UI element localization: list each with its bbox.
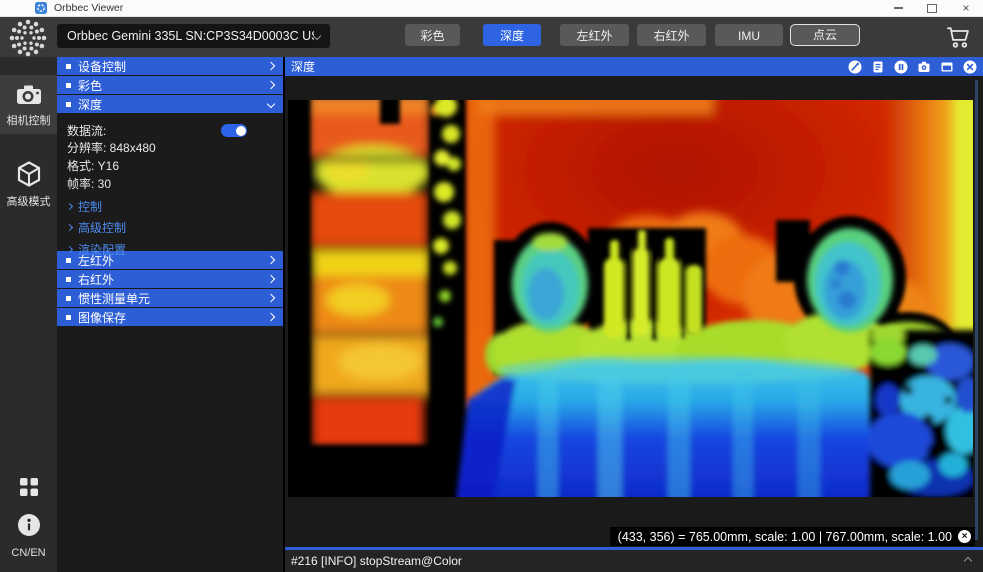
chevron-right-icon xyxy=(66,245,73,252)
sidebar-item-camera-control[interactable]: 相机控制 xyxy=(0,75,57,134)
minimize-button[interactable] xyxy=(881,0,915,16)
chevron-right-icon xyxy=(267,313,275,321)
pause-icon[interactable] xyxy=(894,60,908,74)
cube-icon xyxy=(15,160,43,188)
depth-colormap-svg xyxy=(288,100,973,497)
chevron-down-icon xyxy=(267,100,275,108)
chevron-right-icon xyxy=(267,294,275,302)
link-label: 高级控制 xyxy=(78,219,126,236)
link-label: 控制 xyxy=(78,198,102,215)
camera-icon xyxy=(15,83,43,107)
window-title: Orbbec Viewer xyxy=(54,2,123,14)
panel-section-image-save[interactable]: 图像保存 xyxy=(57,308,283,326)
panel-section-color[interactable]: 彩色 xyxy=(57,76,283,94)
top-toolbar: Orbbec Gemini 335L SN:CP3S34D0003C USB3.… xyxy=(0,17,983,57)
app-icon xyxy=(35,2,47,14)
pixel-status-bar: (433, 356) = 765.00mm, scale: 1.00 | 767… xyxy=(610,527,975,546)
bullet-icon xyxy=(66,315,71,320)
viewer-scrollbar[interactable] xyxy=(975,80,978,540)
sidebar-about-button[interactable] xyxy=(0,512,57,543)
stream-button-right-ir[interactable]: 右红外 xyxy=(637,24,706,46)
chevron-right-icon xyxy=(66,224,73,231)
bullet-icon xyxy=(66,296,71,301)
device-name: Orbbec Gemini 335L SN:CP3S34D0003C USB3.… xyxy=(67,29,314,43)
chevron-right-icon xyxy=(267,275,275,283)
stream-button-color[interactable]: 彩色 xyxy=(405,24,460,46)
section-label: 设备控制 xyxy=(78,58,268,75)
format-value: 格式: Y16 xyxy=(67,159,283,174)
sidebar-item-advanced-mode[interactable]: 高级模式 xyxy=(0,152,57,215)
close-stream-icon[interactable] xyxy=(963,60,977,74)
maximize-button[interactable] xyxy=(915,0,949,16)
bullet-icon xyxy=(66,83,71,88)
panel-section-right-ir[interactable]: 右红外 xyxy=(57,270,283,288)
minimize-icon xyxy=(894,7,903,9)
depth-settings: 数据流: 分辨率: 848x480 格式: Y16 帧率: 30 控制 高级控制… xyxy=(57,114,283,251)
resolution-value: 分辨率: 848x480 xyxy=(67,141,283,156)
title-bar: Orbbec Viewer × xyxy=(0,0,983,17)
device-selector[interactable]: Orbbec Gemini 335L SN:CP3S34D0003C USB3.… xyxy=(57,24,330,48)
screenshot-icon[interactable] xyxy=(917,60,931,74)
section-label: 右红外 xyxy=(78,271,268,288)
cart-icon[interactable] xyxy=(945,23,973,51)
chevron-up-icon[interactable] xyxy=(964,557,972,565)
log-icon[interactable] xyxy=(871,60,885,74)
edit-icon[interactable] xyxy=(848,60,862,74)
bullet-icon xyxy=(66,277,71,282)
stream-button-pointcloud[interactable]: 点云 xyxy=(790,24,860,46)
panel-section-imu[interactable]: 惯性测量单元 xyxy=(57,289,283,307)
viewer-title: 深度 xyxy=(291,58,848,75)
sidebar-item-label: 高级模式 xyxy=(0,193,57,209)
sidebar-item-label: 相机控制 xyxy=(0,112,57,128)
orbbec-logo-icon xyxy=(7,17,49,59)
viewer-header: 深度 xyxy=(285,57,983,76)
chevron-right-icon xyxy=(267,256,275,264)
grid-icon xyxy=(17,475,41,499)
stream-button-imu[interactable]: IMU xyxy=(715,24,783,46)
status-close-icon[interactable]: × xyxy=(958,530,971,543)
link-label: 渲染配置 xyxy=(78,241,126,258)
section-label: 图像保存 xyxy=(78,309,268,326)
section-label: 深度 xyxy=(78,96,268,113)
info-icon xyxy=(16,512,42,538)
bullet-icon xyxy=(66,64,71,69)
control-panel: 设备控制 彩色 深度 数据流: 分辨率: 848x480 格式: Y16 帧率:… xyxy=(57,57,283,572)
link-render-config[interactable]: 渲染配置 xyxy=(67,242,283,256)
stream-button-left-ir[interactable]: 左红外 xyxy=(560,24,629,46)
sidebar-apps-button[interactable] xyxy=(0,475,57,504)
bullet-icon xyxy=(66,102,71,107)
link-advanced-control[interactable]: 高级控制 xyxy=(67,221,283,235)
maximize-icon xyxy=(927,4,937,13)
log-bar: #216 [INFO] stopStream@Color xyxy=(285,550,983,572)
chevron-down-icon xyxy=(313,32,321,40)
stream-button-depth[interactable]: 深度 xyxy=(483,24,541,46)
language-toggle[interactable]: CN/EN xyxy=(0,547,57,559)
panel-section-depth[interactable]: 深度 xyxy=(57,95,283,113)
section-label: 彩色 xyxy=(78,77,268,94)
stream-toggle[interactable] xyxy=(221,124,247,137)
window-icon[interactable] xyxy=(940,60,954,74)
close-button[interactable]: × xyxy=(949,0,983,16)
depth-image[interactable] xyxy=(288,100,973,497)
stream-label: 数据流: xyxy=(67,122,106,139)
section-label: 惯性测量单元 xyxy=(78,290,268,307)
chevron-right-icon xyxy=(267,81,275,89)
link-control[interactable]: 控制 xyxy=(67,199,283,213)
close-icon: × xyxy=(962,3,969,13)
left-sidebar: 相机控制 高级模式 CN/EN xyxy=(0,57,57,572)
log-message: #216 [INFO] stopStream@Color xyxy=(291,554,965,568)
panel-section-device-control[interactable]: 设备控制 xyxy=(57,57,283,75)
bullet-icon xyxy=(66,258,71,263)
depth-viewer-pane: 深度 xyxy=(285,57,983,572)
chevron-right-icon xyxy=(66,202,73,209)
framerate-value: 帧率: 30 xyxy=(67,177,283,192)
pixel-status-text: (433, 356) = 765.00mm, scale: 1.00 | 767… xyxy=(618,530,952,544)
chevron-right-icon xyxy=(267,62,275,70)
